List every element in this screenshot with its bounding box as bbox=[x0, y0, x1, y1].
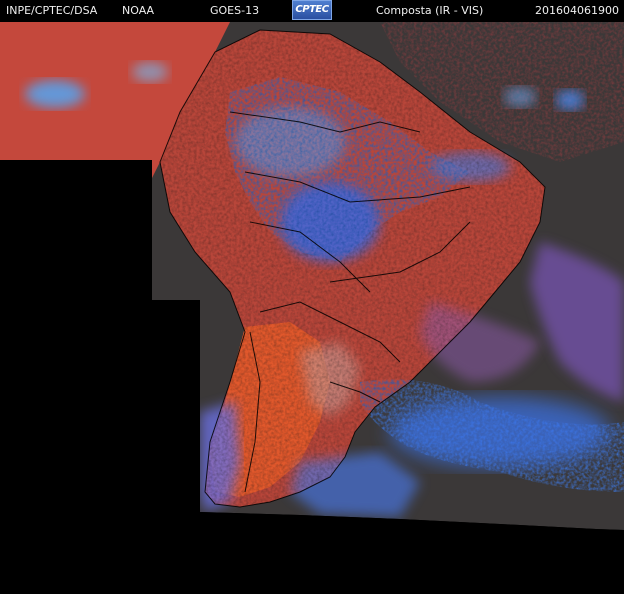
product-label: Composta (IR - VIS) bbox=[376, 4, 484, 17]
image-header: INPE/CPTEC/DSA NOAA GOES-13 CPTEC Compos… bbox=[0, 0, 624, 22]
frontal-cloud-mass bbox=[390, 397, 610, 467]
atlantic-cloud-small bbox=[556, 90, 584, 110]
timestamp-label: 201604061900 bbox=[535, 4, 619, 17]
satellite-label: GOES-13 bbox=[210, 4, 260, 17]
pacific-cloud-cluster bbox=[25, 80, 85, 108]
partner-label: NOAA bbox=[122, 4, 155, 17]
cptec-logo-text: CPTEC bbox=[295, 4, 329, 15]
satellite-image bbox=[0, 22, 624, 594]
cptec-logo: CPTEC bbox=[292, 0, 332, 20]
pacific-cloud-small bbox=[132, 62, 168, 82]
satellite-composite-svg bbox=[0, 22, 624, 594]
atlantic-cloud-small-2 bbox=[504, 87, 536, 107]
agency-label: INPE/CPTEC/DSA bbox=[6, 4, 98, 17]
